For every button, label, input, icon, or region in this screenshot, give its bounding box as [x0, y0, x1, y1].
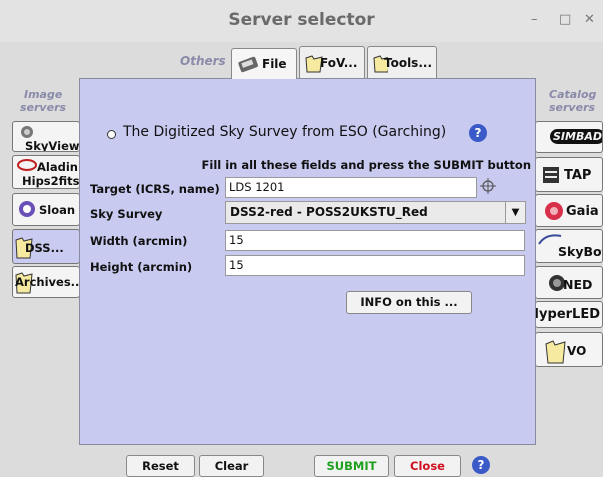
width-label: Width (arcmin) — [90, 234, 188, 248]
server-simbad-label: SIMBAD — [550, 129, 602, 144]
server-skybot[interactable]: SkyBot — [535, 229, 603, 263]
info-button[interactable]: INFO on this ... — [346, 291, 472, 314]
tab-tools-label: Tools... — [383, 55, 432, 70]
crosshair-icon[interactable] — [480, 178, 496, 194]
file-icon — [238, 56, 258, 73]
chevron-down-icon[interactable]: ▼ — [505, 202, 525, 223]
server-skyview-label: SkyView — [25, 139, 80, 152]
survey-label: Sky Survey — [90, 207, 163, 221]
tap-icon — [543, 167, 559, 183]
image-servers-title: Image servers — [20, 88, 66, 114]
help-icon[interactable]: ? — [469, 124, 487, 142]
tab-fov-label: FoV... — [320, 55, 358, 70]
title-bar: Server selector – □ ✕ — [0, 0, 603, 42]
server-skybot-label: SkyBot — [558, 244, 603, 259]
server-vo-label: VO — [567, 344, 587, 358]
survey-select-value: DSS2-red - POSS2UKSTU_Red — [230, 205, 428, 219]
gaia-icon — [545, 202, 563, 220]
minimize-button[interactable]: – — [531, 12, 538, 27]
server-gaia[interactable]: Gaia — [535, 194, 603, 227]
tab-tools[interactable]: Tools... — [367, 46, 437, 78]
catalog-servers-line2: servers — [549, 101, 596, 114]
server-archives-label: Archives... — [15, 275, 80, 289]
server-simbad[interactable]: SIMBAD — [535, 121, 603, 153]
skyview-icon — [21, 126, 33, 138]
catalog-servers-title: Catalog servers — [549, 88, 596, 114]
sloan-icon — [19, 201, 35, 217]
server-ned[interactable]: NED — [535, 266, 603, 299]
form-instructions: Fill in all these fields and press the S… — [201, 158, 531, 172]
server-dss[interactable]: DSS... — [12, 229, 80, 264]
image-servers-line1: Image — [24, 88, 63, 101]
server-gaia-label: Gaia — [566, 204, 599, 219]
server-archives[interactable]: Archives... — [12, 266, 80, 298]
survey-select[interactable]: DSS2-red - POSS2UKSTU_Red ▼ — [225, 201, 526, 224]
server-tap-label: TAP — [564, 168, 592, 183]
maximize-button[interactable]: □ — [559, 12, 571, 27]
height-label: Height (arcmin) — [90, 260, 193, 274]
server-aladin-label: Aladin — [37, 160, 78, 174]
server-sloan-label: Sloan — [39, 203, 76, 217]
tab-file-label: File — [262, 57, 287, 71]
form-heading: The Digitized Sky Survey from ESO (Garch… — [123, 124, 447, 140]
close-window-button[interactable]: ✕ — [584, 12, 595, 27]
dss-eso-radio[interactable] — [107, 130, 116, 139]
clear-button[interactable]: Clear — [199, 455, 264, 477]
width-input[interactable]: 15 — [225, 230, 525, 251]
catalog-servers-line1: Catalog — [549, 88, 597, 101]
server-skyview[interactable]: SkyView — [12, 121, 80, 152]
target-label: Target (ICRS, name) — [90, 182, 220, 196]
tab-file[interactable]: File — [231, 48, 297, 79]
height-input[interactable]: 15 — [225, 255, 525, 276]
tab-fov[interactable]: FoV... — [299, 46, 365, 78]
server-aladin-label2: Hips2fits — [22, 174, 80, 188]
aladin-icon — [17, 159, 37, 171]
server-hyperled-label: HyperLED — [535, 307, 600, 322]
server-vo[interactable]: VO — [535, 332, 603, 367]
server-sloan[interactable]: Sloan — [12, 193, 80, 226]
image-servers-line2: servers — [20, 101, 67, 114]
target-input[interactable]: LDS 1201 — [225, 177, 477, 198]
bottom-help-icon[interactable]: ? — [472, 456, 490, 474]
submit-button[interactable]: SUBMIT — [314, 455, 389, 477]
server-dss-label: DSS... — [25, 241, 64, 255]
server-ned-label: NED — [563, 277, 593, 292]
reset-button[interactable]: Reset — [126, 455, 195, 477]
close-button[interactable]: Close — [394, 455, 461, 477]
server-tap[interactable]: TAP — [535, 157, 603, 192]
server-aladin[interactable]: Aladin Hips2fits — [12, 155, 80, 189]
window-title: Server selector — [228, 10, 375, 30]
server-hyperled[interactable]: HyperLED — [535, 301, 603, 328]
folder-icon — [545, 340, 566, 364]
others-label: Others — [180, 54, 226, 68]
